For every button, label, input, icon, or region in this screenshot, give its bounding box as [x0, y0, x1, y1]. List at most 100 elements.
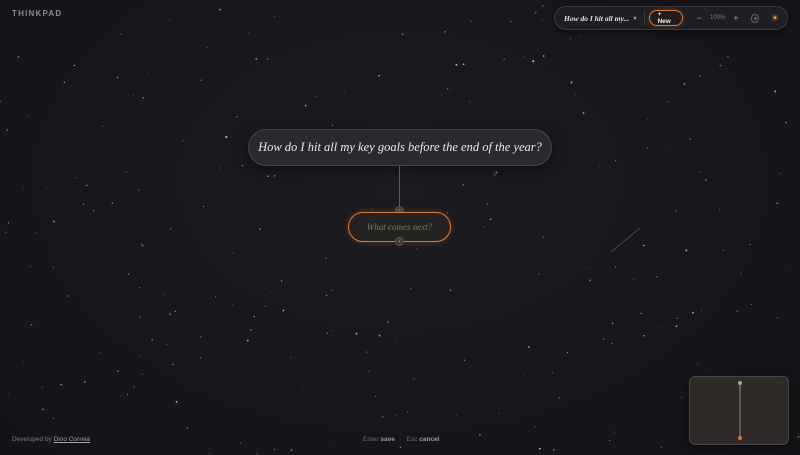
- star: [325, 294, 328, 297]
- star: [219, 8, 221, 11]
- star: [615, 266, 616, 268]
- star: [225, 136, 228, 138]
- star: [266, 58, 269, 60]
- star: [92, 210, 95, 212]
- star: [274, 449, 276, 450]
- star: [592, 228, 594, 230]
- star: [413, 378, 415, 380]
- map-selector[interactable]: How do I hit all my... ▾: [564, 14, 637, 23]
- star: [386, 310, 387, 311]
- star: [449, 289, 452, 292]
- star: [384, 176, 386, 178]
- author-link[interactable]: Dino Correia: [54, 436, 91, 443]
- star: [660, 446, 663, 448]
- zoom-level: 100%: [709, 15, 726, 21]
- star: [215, 296, 217, 298]
- star: [399, 446, 402, 449]
- star: [479, 434, 481, 436]
- star: [52, 266, 54, 268]
- star: [188, 390, 190, 392]
- star: [675, 210, 677, 211]
- toolbar-divider: [643, 11, 645, 25]
- star: [267, 175, 269, 178]
- star: [643, 244, 645, 247]
- star: [569, 38, 572, 40]
- star: [235, 115, 238, 118]
- star: [127, 273, 130, 275]
- new-map-button[interactable]: + New: [649, 10, 683, 26]
- star: [631, 267, 633, 269]
- star: [175, 400, 178, 403]
- star: [331, 289, 333, 291]
- star: [611, 342, 613, 345]
- star: [676, 210, 678, 212]
- star: [542, 55, 545, 57]
- star: [613, 431, 615, 433]
- star: [407, 411, 409, 413]
- minimap[interactable]: [689, 376, 789, 445]
- star: [52, 417, 54, 420]
- star: [580, 35, 582, 37]
- star: [200, 79, 203, 82]
- star: [268, 222, 270, 224]
- app-logo: THINKPAD: [12, 9, 63, 18]
- zoom-in-button[interactable]: +: [733, 13, 738, 23]
- star: [199, 357, 202, 359]
- star: [315, 95, 317, 97]
- star: [290, 449, 293, 451]
- star: [640, 312, 642, 315]
- star: [344, 92, 346, 94]
- star: [444, 30, 446, 33]
- star: [570, 81, 573, 84]
- star: [750, 303, 752, 306]
- star: [566, 351, 569, 354]
- star: [599, 165, 601, 167]
- star: [369, 61, 371, 63]
- star: [685, 249, 688, 252]
- star: [675, 325, 678, 327]
- star: [169, 228, 172, 230]
- star: [534, 426, 537, 428]
- star: [558, 397, 560, 399]
- node-text-input[interactable]: [352, 221, 447, 233]
- star: [375, 396, 377, 398]
- star: [368, 370, 370, 372]
- hint-enter-key: Enter: [363, 436, 379, 443]
- mind-map-canvas[interactable]: THINKPAD How do I hit all my... ▾ + New …: [0, 0, 800, 455]
- star: [371, 208, 373, 210]
- zoom-out-button[interactable]: −: [697, 13, 702, 23]
- star: [553, 38, 555, 40]
- root-node[interactable]: How do I hit all my key goals before the…: [248, 129, 552, 166]
- star: [774, 90, 777, 93]
- star: [697, 363, 698, 365]
- star: [232, 304, 234, 306]
- star: [139, 354, 141, 356]
- star: [259, 228, 262, 231]
- star: [704, 178, 707, 181]
- minimap-root-node: [738, 381, 742, 385]
- star: [692, 311, 694, 314]
- star: [232, 252, 234, 254]
- star: [169, 19, 170, 21]
- add-child-handle-icon[interactable]: +: [395, 237, 404, 246]
- star: [733, 186, 734, 188]
- star: [300, 275, 301, 276]
- star: [632, 278, 634, 280]
- star: [82, 203, 85, 205]
- star: [133, 386, 135, 388]
- sun-icon[interactable]: ☀: [771, 13, 779, 24]
- star: [647, 119, 649, 121]
- credit-prefix: Developed by: [12, 436, 52, 443]
- fit-view-icon[interactable]: [750, 13, 759, 23]
- developer-credit: Developed by Dino Correia: [12, 436, 90, 443]
- star: [542, 5, 544, 7]
- star: [503, 58, 505, 60]
- star: [111, 202, 114, 205]
- star: [785, 121, 787, 124]
- star: [253, 196, 255, 197]
- star: [485, 276, 486, 278]
- minimap-active-node: [738, 436, 742, 440]
- star: [527, 346, 530, 349]
- star: [138, 189, 140, 191]
- star: [30, 323, 33, 326]
